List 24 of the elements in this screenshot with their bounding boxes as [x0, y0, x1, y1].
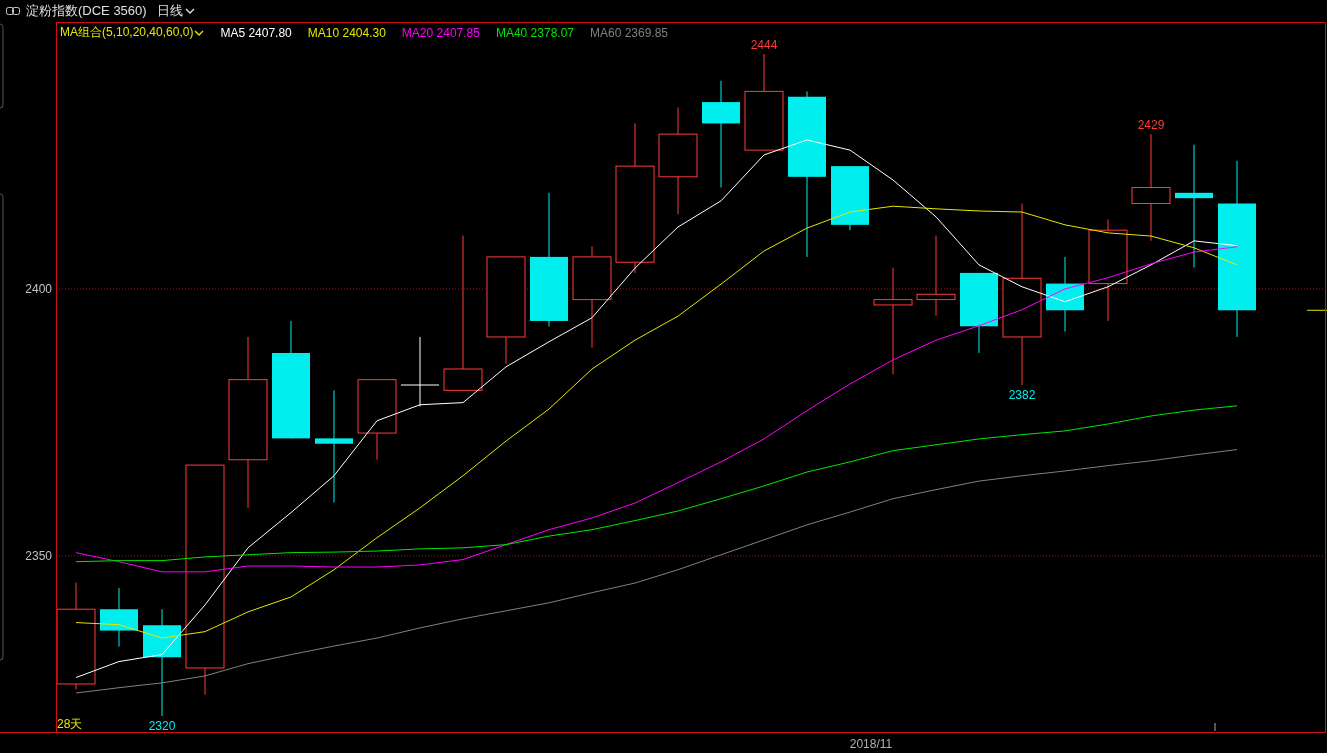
y-axis-label: 2400 — [25, 281, 52, 296]
price-extreme-label: 2429 — [1137, 118, 1165, 133]
price-extreme-label: 2444 — [750, 38, 778, 53]
legend-item: MA5 2407.80 — [220, 25, 292, 40]
legend-item: MA60 2369.85 — [590, 25, 669, 40]
legend-item: MA40 2378.07 — [495, 25, 574, 40]
chevron-icon — [194, 28, 205, 37]
x-axis-label: 2018/11 — [849, 737, 893, 751]
indicator-dropdown[interactable]: MA组合(5,10,20,40,60,0) — [60, 24, 205, 41]
x-axis-tick — [1214, 722, 1216, 732]
link-icon[interactable] — [6, 7, 20, 15]
instrument-title: 淀粉指数(DCE 3560) — [26, 2, 147, 20]
price-extreme-label: 2320 — [148, 719, 176, 733]
candlestick — [831, 165, 869, 231]
price-extreme-label: 2382 — [1008, 388, 1036, 402]
period-dropdown[interactable]: 日线 — [156, 2, 195, 20]
day-count-label: 28天 — [57, 717, 83, 731]
y-axis-label: 2350 — [25, 548, 52, 563]
candlestick — [400, 336, 440, 407]
legend-item: MA20 2407.85 — [401, 25, 480, 40]
legend-item: MA10 2404.30 — [307, 25, 386, 40]
chevron-icon — [184, 7, 195, 15]
candlestick — [100, 587, 138, 648]
last-price-marker — [1306, 309, 1327, 311]
